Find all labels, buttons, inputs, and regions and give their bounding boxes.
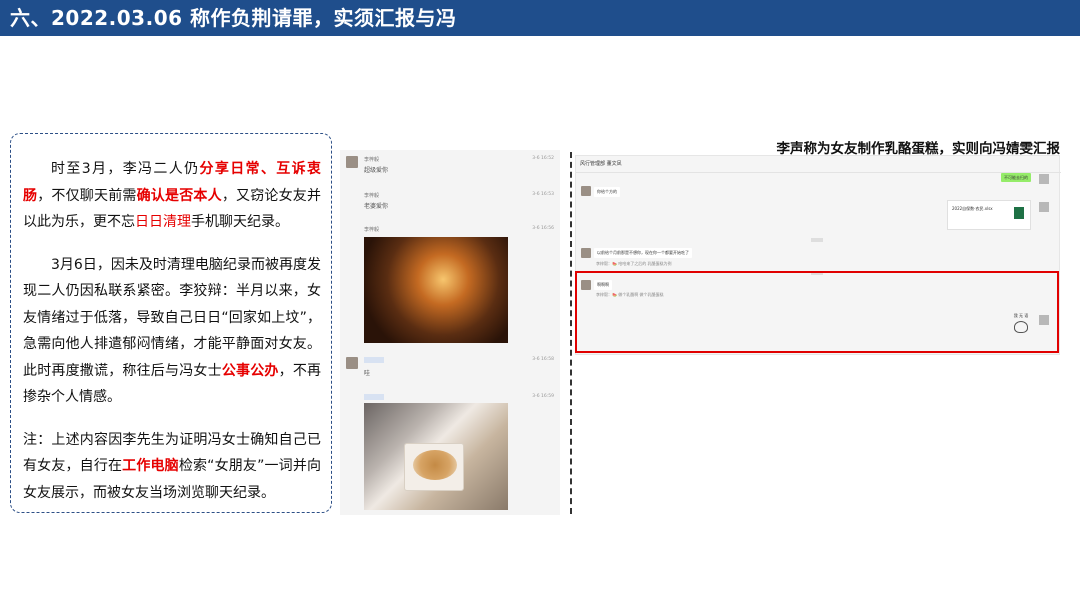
timestamp: 3-6 16:58 bbox=[532, 357, 554, 362]
note-paragraph: 注：上述内容因李先生为证明冯女士确知自己已有女友，自行在工作电脑检索“女朋友”一… bbox=[23, 427, 321, 507]
cheesecake bbox=[413, 450, 457, 480]
timestamp: 3-6 16:56 bbox=[532, 226, 554, 231]
timestamp: 3-6 16:59 bbox=[532, 394, 554, 399]
p1-text-d: 手机聊天纪录。 bbox=[191, 214, 289, 230]
p2-highlight: 公事公办 bbox=[221, 362, 279, 379]
avatar bbox=[1039, 202, 1049, 212]
narrative-panel: 时至3月，李冯二人仍分享日常、互诉衷肠，不仅聊天前需确认是否本人，又窃论女友并以… bbox=[10, 133, 332, 513]
message-text: 超级爱你 bbox=[364, 167, 389, 174]
message-text: 哇 bbox=[364, 370, 371, 377]
file-attachment-card: 2022自保数·农民.xlsx bbox=[947, 200, 1031, 230]
avatar bbox=[581, 248, 591, 258]
avatar bbox=[1039, 174, 1049, 184]
highlight-frame bbox=[575, 271, 1059, 353]
avatar bbox=[346, 357, 358, 369]
received-message-bubble: 你给个方的 bbox=[594, 187, 620, 197]
quoted-reply: 李梓毅：🍉 哈哈来了之后的 乳酪蛋糕为例 bbox=[596, 261, 672, 266]
redacted-name bbox=[364, 394, 384, 400]
sent-message-bubble: 不可能去扫的 bbox=[1001, 173, 1031, 182]
p1-text-a: 时至3月，李冯二人仍 bbox=[51, 161, 200, 177]
message-text: 老婆爱你 bbox=[364, 203, 389, 210]
photo-cheesecake bbox=[364, 403, 508, 510]
photo-oven-cake bbox=[364, 237, 508, 343]
timestamp: 3-6 16:52 bbox=[532, 156, 554, 161]
redacted-name bbox=[364, 357, 384, 363]
dashed-divider bbox=[570, 152, 572, 514]
cake-box bbox=[404, 443, 464, 491]
note-highlight: 工作电脑 bbox=[122, 458, 179, 474]
p1-highlight-c: 日日清理 bbox=[135, 214, 191, 230]
avatar bbox=[581, 186, 591, 196]
page-title: 六、2022.03.06 称作负荆请罪，实须汇报与冯 bbox=[0, 0, 1080, 36]
avatar bbox=[346, 156, 358, 168]
time-divider-chip bbox=[811, 238, 823, 242]
timestamp: 3-6 16:53 bbox=[532, 192, 554, 197]
file-name: 2022自保数·农民.xlsx bbox=[952, 206, 993, 211]
paragraph-2: 3月6日，因未及时清理电脑纪录而被再度发现二人仍因私联系紧密。李狡辩：半月以来，… bbox=[23, 252, 321, 411]
title-divider bbox=[576, 172, 1061, 173]
received-message-bubble: 以前给个月前那是不想你，现在你一个都要开始吃了 bbox=[594, 248, 692, 258]
p2-text-a: 3月6日，因未及时清理电脑纪录而被再度发现二人仍因私联系紧密。李狡辩：半月以来，… bbox=[23, 256, 321, 379]
sender-name: 李梓毅 bbox=[364, 227, 380, 233]
chat-window-title: 风行管理部 董文凤 bbox=[580, 161, 622, 167]
p1-highlight-b: 确认是否本人 bbox=[136, 187, 222, 204]
screenshot-caption: 李声称为女友制作乳酪蛋糕，实则向冯婧雯汇报 bbox=[776, 141, 1061, 157]
paragraph-1: 时至3月，李冯二人仍分享日常、互诉衷肠，不仅聊天前需确认是否本人，又窃论女友并以… bbox=[23, 156, 321, 236]
p1-text-b: ，不仅聊天前需 bbox=[37, 187, 137, 204]
chat-screenshot-timeline: 李梓毅 3-6 16:52 超级爱你 李梓毅 3-6 16:53 老婆爱你 李梓… bbox=[340, 150, 560, 515]
excel-file-icon bbox=[1014, 207, 1024, 219]
sender-name: 李梓毅 bbox=[364, 193, 380, 199]
sender-name: 李梓毅 bbox=[364, 157, 380, 163]
